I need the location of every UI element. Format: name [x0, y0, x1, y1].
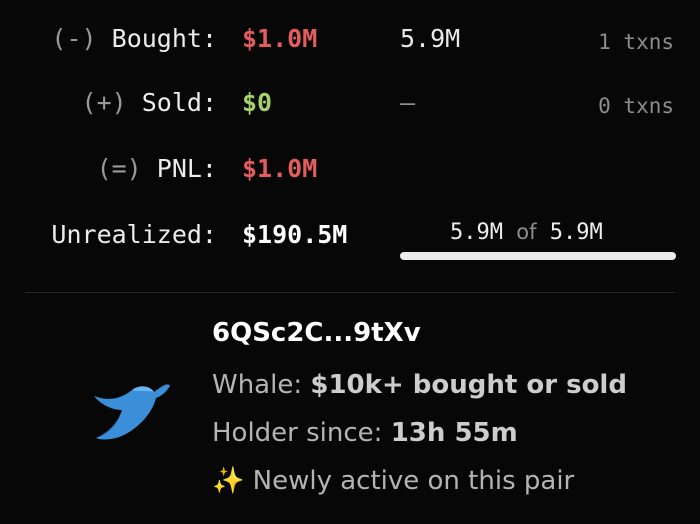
sold-sign: (+) — [81, 88, 127, 117]
pnl-amount: $1.0M — [242, 154, 318, 183]
total-tokens: 5.9M — [549, 220, 603, 245]
holder-since: Holder since: 13h 55m — [212, 418, 518, 448]
pnl-label-text: PNL: — [156, 154, 217, 183]
sold-txns: 0 txns — [598, 94, 674, 118]
pnl-row: (=) PNL: $1.0M — [0, 154, 700, 194]
whale-value: $10k+ bought or sold — [310, 370, 627, 400]
bought-txns: 1 txns — [598, 30, 674, 54]
wallet-address[interactable]: 6QSc2C...9tXv — [212, 318, 421, 348]
unrealized-label: Unrealized: — [51, 220, 217, 249]
held-tokens: 5.9M — [450, 220, 503, 245]
of-word: of — [516, 220, 537, 244]
holdings-progress-bar — [400, 252, 676, 260]
bought-label: (-) Bought: — [51, 24, 217, 53]
bought-row: (-) Bought: $1.0M 5.9M 1 txns — [0, 24, 700, 64]
holder-since-value: 13h 55m — [390, 418, 518, 448]
pnl-label: (=) PNL: — [97, 154, 217, 183]
sparkles-icon: ✨ — [212, 466, 245, 496]
holdings-progress-fill — [400, 252, 676, 260]
sold-row: (+) Sold: $0 — 0 txns — [0, 88, 700, 128]
sold-tokens: — — [400, 88, 416, 117]
bought-tokens: 5.9M — [400, 24, 461, 53]
whale-badge: Whale: $10k+ bought or sold — [212, 370, 627, 400]
sold-label-text: Sold: — [141, 88, 217, 117]
activity-note: ✨ Newly active on this pair — [212, 466, 574, 496]
sold-amount: $0 — [242, 88, 273, 117]
pnl-sign: (=) — [96, 154, 142, 183]
unrealized-holdings: 5.9M of 5.9M — [450, 220, 603, 245]
bought-sign: (-) — [51, 24, 97, 53]
bought-label-text: Bought: — [111, 24, 217, 53]
unrealized-amount: $190.5M — [242, 220, 348, 249]
sold-label: (+) Sold: — [82, 88, 217, 117]
section-divider — [25, 292, 675, 293]
activity-text: Newly active on this pair — [252, 466, 575, 496]
bought-amount: $1.0M — [242, 24, 318, 53]
trader-detail-panel: { "trades": { "bought": { "sign": "(-)",… — [0, 0, 700, 524]
whale-label: Whale: — [212, 370, 311, 400]
holder-since-label: Holder since: — [212, 418, 391, 448]
whale-icon — [94, 384, 170, 440]
